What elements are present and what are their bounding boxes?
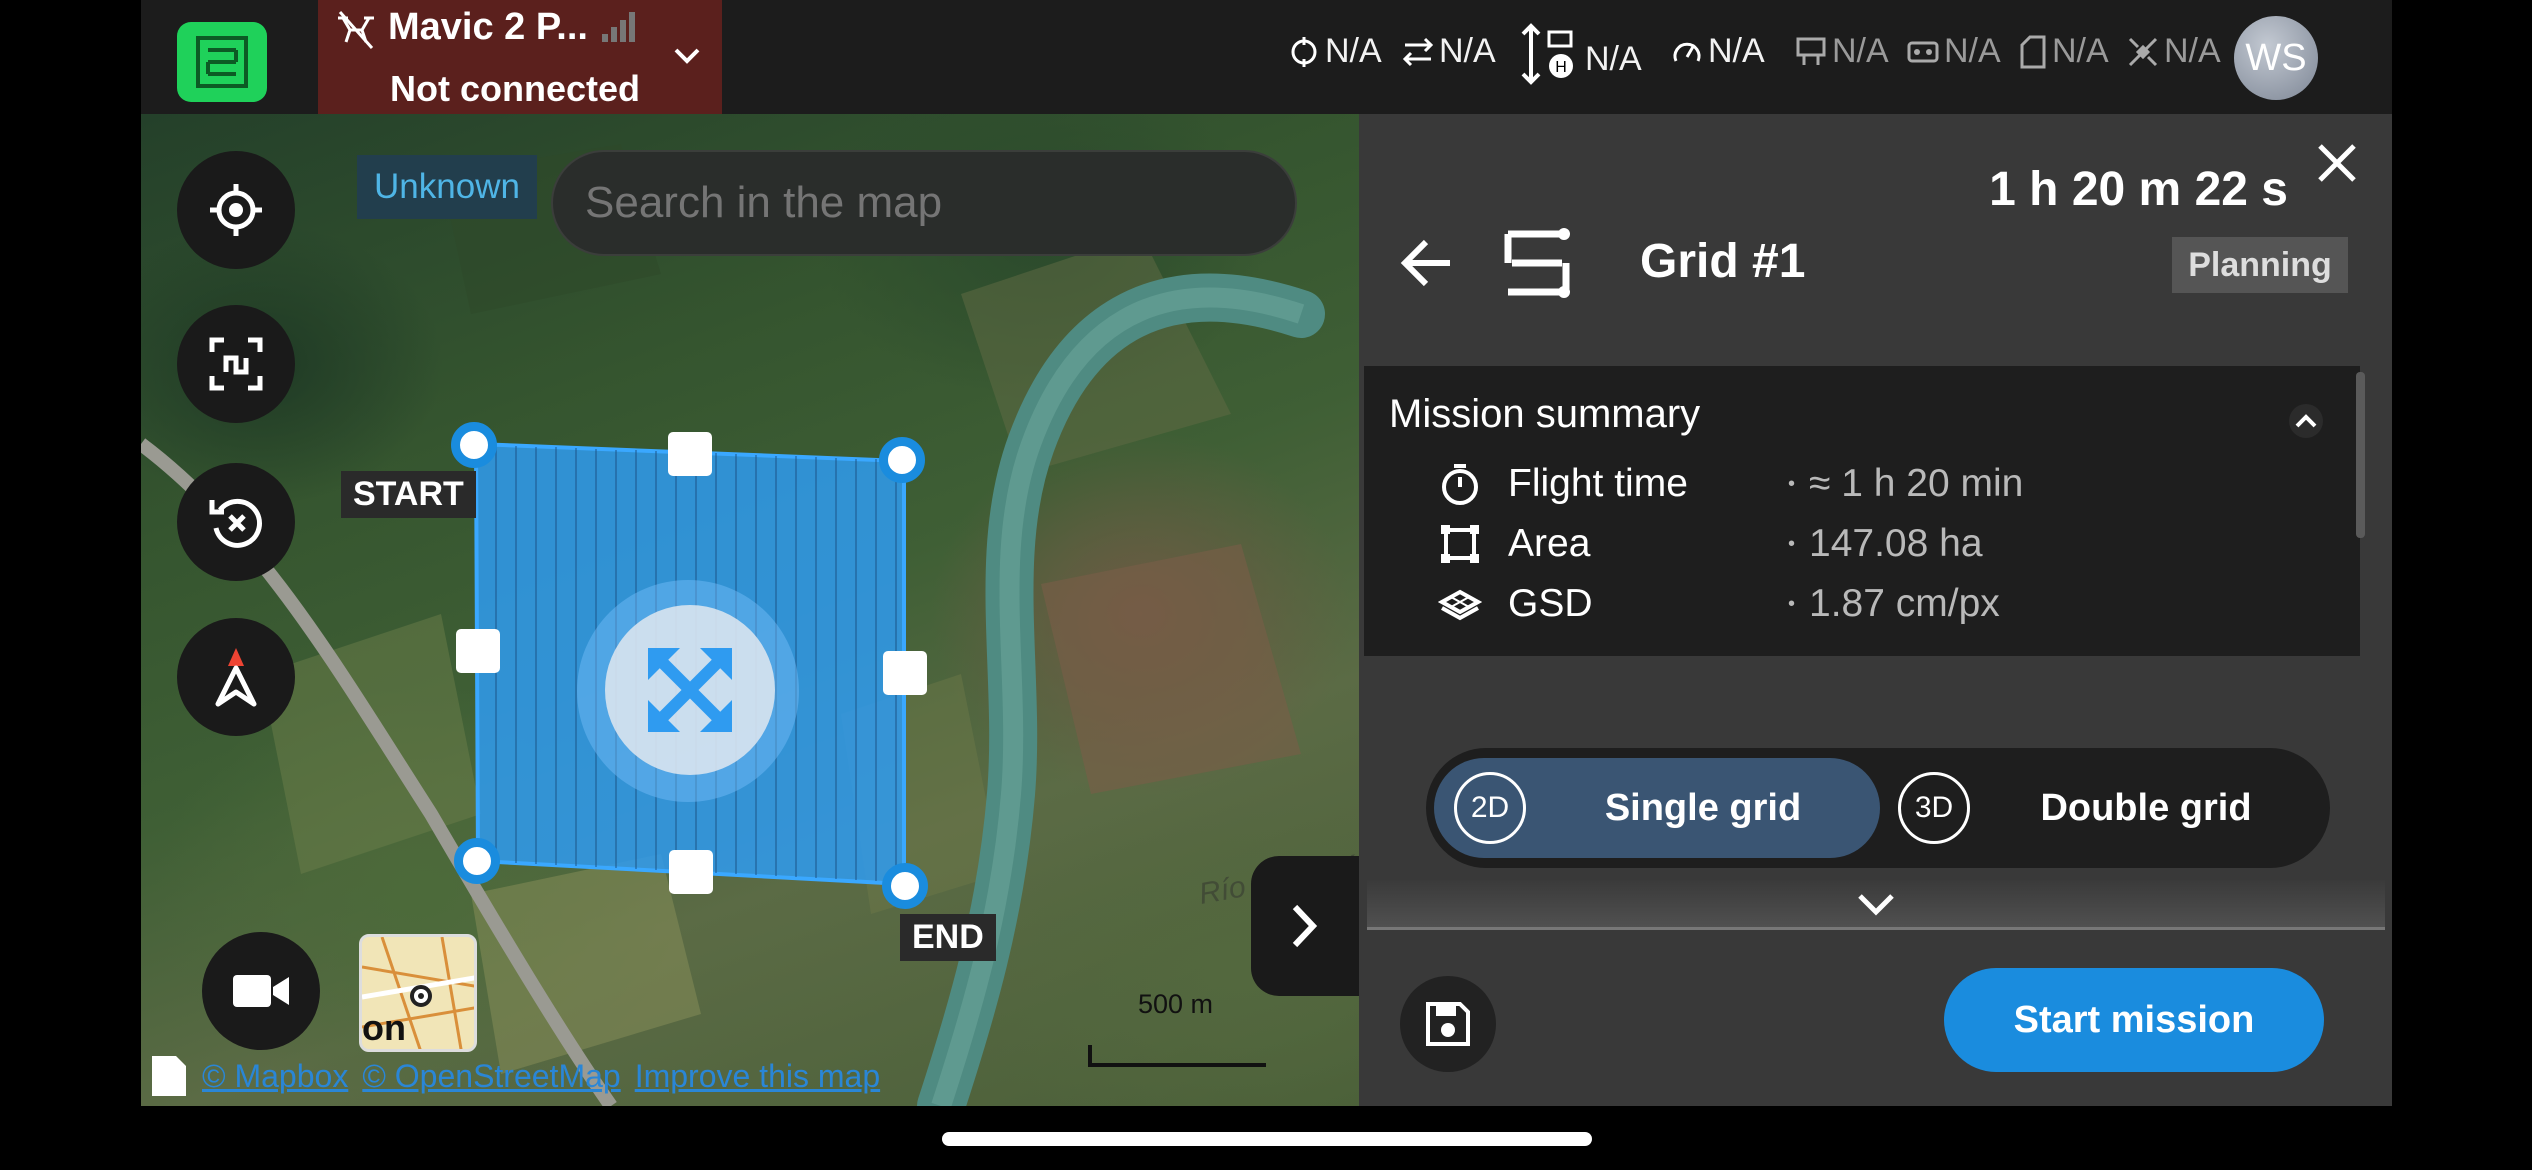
- end-label: END: [900, 914, 996, 961]
- crosshair-icon: [210, 184, 262, 236]
- osm-link[interactable]: © OpenStreetMap: [362, 1058, 620, 1095]
- move-grid-button[interactable]: [605, 605, 775, 775]
- grid-mission-icon: [1504, 228, 1570, 298]
- info-document-icon[interactable]: [150, 1054, 188, 1098]
- grid-vertex-handle[interactable]: [451, 422, 497, 468]
- start-label: START: [341, 471, 476, 518]
- status-gps: N/A: [1287, 32, 1382, 71]
- status-distance: N/A: [1401, 32, 1496, 71]
- grid-edge-handle[interactable]: [669, 850, 713, 894]
- summary-row-gsd: GSD • 1.87 cm/px: [1438, 582, 2000, 626]
- stopwatch-icon: [1442, 464, 1478, 505]
- camera-view-button[interactable]: [202, 932, 320, 1050]
- height-home-icon: H: [1521, 23, 1573, 85]
- drone-name: Mavic 2 P...: [388, 6, 588, 48]
- drone-battery-icon: [1796, 37, 1826, 65]
- compass-north-icon: [215, 648, 257, 707]
- connection-status: Not connected: [390, 68, 641, 109]
- area-icon: [1441, 525, 1479, 563]
- signal-strength-icon: [602, 12, 635, 42]
- distance-icon: [1402, 37, 1434, 66]
- grid-vertex-handle[interactable]: [879, 437, 925, 483]
- grid-edge-handle[interactable]: [456, 629, 500, 673]
- satellite-icon: [2128, 37, 2158, 66]
- minimap-text: on: [362, 1007, 406, 1048]
- clear-mission-button[interactable]: [177, 463, 295, 581]
- summary-scrollbar[interactable]: [2356, 372, 2365, 538]
- mapbox-link[interactable]: © Mapbox: [202, 1058, 348, 1095]
- expand-panel-button[interactable]: [1251, 856, 1359, 996]
- status-height: H N/A: [1517, 22, 1642, 86]
- gsd-icon: [1438, 589, 1482, 621]
- estimated-duration: 1 h 20 m 22 s: [1989, 163, 2288, 216]
- status-speed: N/A: [1670, 32, 1765, 71]
- status-badge: Planning: [2172, 237, 2348, 293]
- status-satellites: N/A: [2126, 32, 2221, 71]
- improve-map-link[interactable]: Improve this map: [635, 1058, 880, 1095]
- location-name-tag: Unknown: [357, 155, 537, 219]
- grid-edge-handle[interactable]: [883, 651, 927, 695]
- 3d-badge: 3D: [1898, 772, 1970, 844]
- status-drone-battery: N/A: [1794, 32, 1889, 71]
- home-indicator[interactable]: [942, 1132, 1592, 1146]
- double-grid-label: Double grid: [2040, 786, 2252, 829]
- chevron-up-icon[interactable]: [2286, 404, 2326, 438]
- svg-text:H: H: [1555, 59, 1567, 76]
- locate-me-button[interactable]: [177, 151, 295, 269]
- move-arrows-icon: [648, 648, 732, 732]
- compass-button[interactable]: [177, 618, 295, 736]
- save-floppy-icon: [1426, 1002, 1470, 1046]
- drone-disconnected-icon: [338, 11, 374, 49]
- summary-row-area: Area • 147.08 ha: [1438, 522, 1983, 566]
- status-sd-card: N/A: [2018, 32, 2109, 71]
- mission-summary-title: Mission summary: [1389, 392, 1701, 436]
- video-camera-icon: [233, 975, 289, 1007]
- app-menu-button[interactable]: [177, 22, 267, 102]
- single-grid-label: Single grid: [1604, 786, 1802, 829]
- double-grid-option[interactable]: 3D Double grid: [1888, 758, 2322, 858]
- reset-x-icon: [209, 498, 262, 548]
- user-avatar[interactable]: WS: [2234, 16, 2318, 100]
- close-icon[interactable]: [2316, 142, 2358, 184]
- chevron-right-icon: [1292, 904, 1318, 948]
- mission-logo-icon: [196, 36, 248, 88]
- grid-vertex-handle[interactable]: [454, 838, 500, 884]
- minimap-thumbnail[interactable]: on: [359, 934, 477, 1052]
- status-remote-battery: N/A: [1906, 32, 2001, 71]
- grid-vertex-handle[interactable]: [882, 863, 928, 909]
- scale-label: 500 m: [1138, 989, 1214, 1019]
- back-arrow-icon[interactable]: [1400, 238, 1454, 288]
- chevron-down-icon[interactable]: [1856, 892, 1896, 918]
- map-search-input[interactable]: [551, 150, 1297, 256]
- scale-bar: [1088, 1045, 1266, 1067]
- gps-drone-icon: [1291, 36, 1317, 67]
- remote-controller-icon: [1907, 41, 1939, 62]
- mission-title[interactable]: Grid #1: [1640, 234, 1805, 289]
- speed-icon: [1673, 42, 1701, 62]
- summary-row-flight-time: Flight time • ≈ 1 h 20 min: [1438, 462, 2023, 506]
- single-grid-option[interactable]: 2D Single grid: [1434, 758, 1880, 858]
- chevron-down-icon[interactable]: [672, 46, 702, 66]
- frame-path-icon: [209, 337, 263, 391]
- sd-card-icon: [2020, 35, 2046, 68]
- start-mission-button[interactable]: Start mission: [1944, 968, 2324, 1072]
- map-attribution: © Mapbox © OpenStreetMap Improve this ma…: [150, 1053, 880, 1099]
- map-view[interactable]: Río Lacantún: [141, 114, 1359, 1106]
- 2d-badge: 2D: [1454, 772, 1526, 844]
- fit-mission-button[interactable]: [177, 305, 295, 423]
- save-mission-button[interactable]: [1400, 976, 1496, 1072]
- grid-edge-handle[interactable]: [668, 432, 712, 476]
